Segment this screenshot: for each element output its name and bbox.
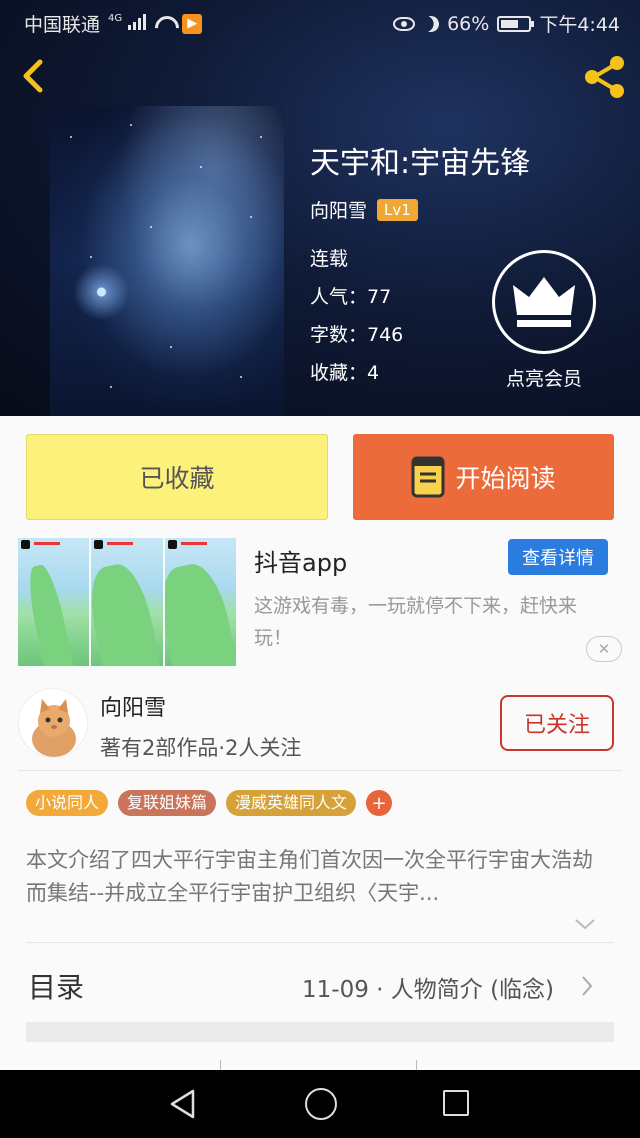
eye-comfort-icon [393,16,416,31]
plus-icon: + [371,792,387,814]
app-notification-icon: ▶ [182,13,203,34]
toc-arrow[interactable] [580,974,594,998]
vip-button[interactable] [492,250,596,354]
ad-thumbnail [164,538,236,666]
crown-icon [513,277,575,327]
toc-latest-chapter[interactable]: 11-09 · 人物简介 (临念) [302,970,554,1004]
book-icon [411,456,445,498]
carrier: 中国联通 [24,14,101,36]
author-line: 向阳雪 Lv1 [310,196,418,223]
popularity: 人气：77 [310,286,392,308]
tag-list: 小说同人 复联姐妹篇 漫威英雄同人文 + [26,790,393,816]
nav-back-icon[interactable] [168,1088,198,1120]
back-button[interactable] [14,56,54,96]
divider [26,942,614,943]
tag[interactable]: 漫威英雄同人文 [226,790,357,816]
ad-close-button[interactable]: ✕ [586,636,622,662]
author-card-name[interactable]: 向阳雪 [100,690,166,722]
ad-thumbnail [18,538,90,666]
signal-icon: 4G [108,13,147,35]
vip-label: 点亮会员 [505,368,582,390]
start-reading-button[interactable]: 开始阅读 [353,434,614,520]
expand-button[interactable] [574,916,596,930]
favorited-button[interactable]: 已收藏 [26,434,328,520]
book-header: 天宇和:宇宙先锋 向阳雪 Lv1 连载 人气：77 字数：746 收藏：4 点亮… [0,0,640,416]
ad-description: 这游戏有毒，一玩就停不下来，赶快来玩！ [254,595,578,649]
share-button[interactable] [580,52,630,102]
battery-percent: 66% [447,12,490,35]
divider [18,770,622,771]
ad-title[interactable]: 抖音app [254,543,347,578]
avatar[interactable] [18,688,88,758]
book-title: 天宇和:宇宙先锋 [310,146,531,181]
chevron-left-icon [23,59,43,93]
serial-status: 连载 [310,248,349,270]
word-count: 字数：746 [310,324,404,346]
share-icon [585,56,624,98]
toc-title[interactable]: 目录 [28,966,84,1006]
add-tag-button[interactable]: + [366,790,393,816]
author-stats: 著有2部作品·2人关注 [100,736,302,760]
moon-icon [421,13,442,34]
ad-thumbnail [91,538,163,666]
tag[interactable]: 复联姐妹篇 [118,790,217,816]
section-separator [26,1022,614,1042]
follow-button[interactable]: 已关注 [500,695,614,751]
battery-icon [497,15,535,32]
level-badge: Lv1 [377,198,418,221]
system-nav-bar [0,1070,640,1138]
nav-home-icon[interactable] [305,1088,337,1120]
favorites-count: 收藏：4 [310,362,380,384]
tag[interactable]: 小说同人 [26,790,109,816]
close-icon: ✕ [597,640,611,658]
ad-detail-button[interactable]: 查看详情 [508,539,608,575]
wifi-icon [154,16,174,32]
start-reading-label: 开始阅读 [455,464,556,493]
clock: 下午4:44 [539,14,620,36]
cat-avatar-icon [32,699,76,757]
status-bar: 中国联通 4G ▶ 66% 下午4:44 [0,0,640,42]
chevron-down-icon [575,919,595,930]
ad-image[interactable] [18,538,236,666]
chevron-right-icon [582,976,593,996]
author-name[interactable]: 向阳雪 [310,196,367,223]
book-summary[interactable]: 本文介绍了四大平行宇宙主角们首次因一次全平行宇宙大浩劫而集结--并成立全平行宇宙… [26,844,612,910]
nav-recents-icon[interactable] [443,1090,469,1116]
book-cover[interactable] [50,106,284,416]
